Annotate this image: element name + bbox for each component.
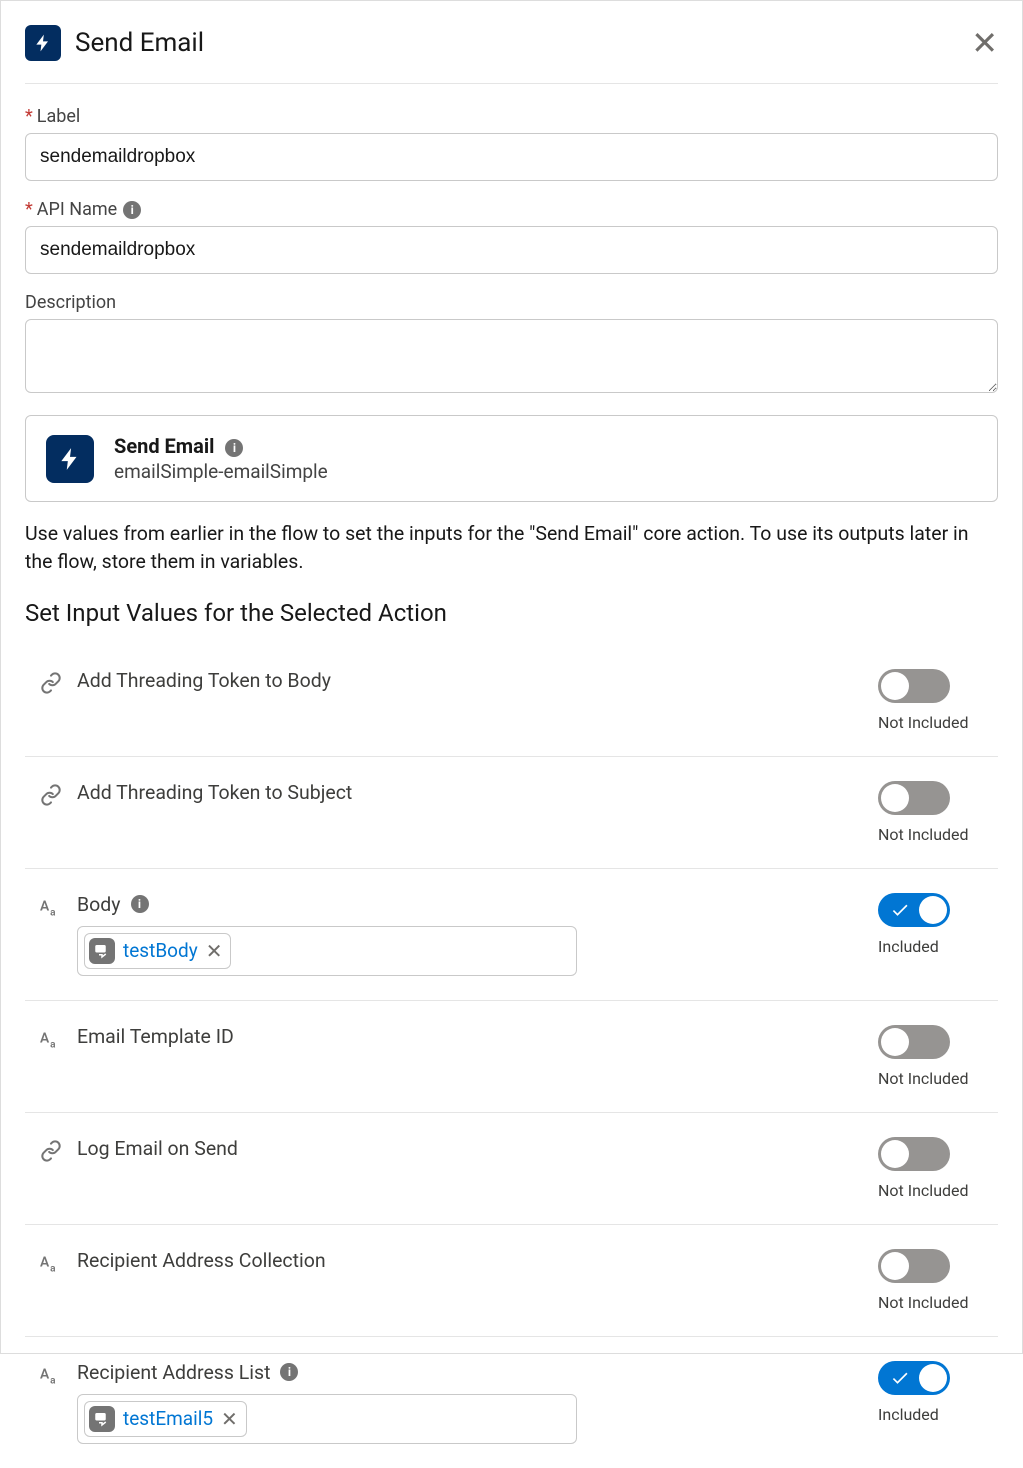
param-label: Add Threading Token to Subject	[77, 781, 878, 804]
svg-text:a: a	[50, 907, 56, 918]
toggle-status-label: Included	[878, 937, 988, 956]
description-field-row: Description	[25, 292, 998, 397]
svg-text:a: a	[50, 1375, 56, 1386]
input-params-list: Add Threading Token to BodyNot IncludedA…	[25, 645, 998, 1468]
toggle-knob	[881, 784, 909, 812]
api-name-field-row: *API Namei	[25, 199, 998, 274]
param-label: Email Template ID	[77, 1025, 878, 1048]
label-field-label: *Label	[25, 106, 998, 127]
param-row: Aa Bodyi testBody ✕ Included	[25, 869, 998, 1001]
text-type-icon: Aa	[39, 1027, 63, 1051]
param-label: Log Email on Send	[77, 1137, 878, 1160]
svg-text:A: A	[40, 1254, 50, 1270]
param-label: Recipient Address Listi	[77, 1361, 878, 1384]
toggle-status-label: Not Included	[878, 825, 988, 844]
param-row: Add Threading Token to Subject Not Includ…	[25, 757, 998, 869]
api-name-field-label: *API Namei	[25, 199, 998, 220]
include-toggle[interactable]	[878, 1137, 950, 1171]
svg-text:A: A	[40, 898, 50, 914]
toggle-status-label: Not Included	[878, 1293, 988, 1312]
send-email-modal: Send Email ✕ *Label *API Namei Descripti…	[1, 1, 1022, 1468]
text-type-icon: Aa	[39, 1363, 63, 1387]
text-type-icon: Aa	[39, 1251, 63, 1275]
resource-picker[interactable]: testEmail5 ✕	[77, 1394, 577, 1444]
include-toggle[interactable]	[878, 781, 950, 815]
link-type-icon	[39, 783, 63, 807]
variable-pill[interactable]: testBody ✕	[84, 933, 231, 969]
checkmark-icon	[890, 1368, 908, 1386]
text-template-icon	[89, 938, 115, 964]
svg-text:A: A	[40, 1366, 50, 1382]
svg-text:a: a	[50, 1263, 56, 1274]
selected-action-card: Send Email i emailSimple-emailSimple	[25, 415, 998, 502]
param-label: Add Threading Token to Body	[77, 669, 878, 692]
param-row: Aa Email Template ID Not Included	[25, 1001, 998, 1113]
section-title: Set Input Values for the Selected Action	[25, 599, 998, 627]
toggle-knob	[881, 1140, 909, 1168]
info-icon[interactable]: i	[225, 439, 243, 457]
include-toggle[interactable]	[878, 1361, 950, 1395]
toggle-status-label: Included	[878, 1405, 988, 1424]
toggle-status-label: Not Included	[878, 1069, 988, 1088]
toggle-knob	[881, 672, 909, 700]
variable-pill[interactable]: testEmail5 ✕	[84, 1401, 247, 1437]
pill-text: testBody	[123, 939, 198, 962]
action-icon	[46, 435, 94, 483]
pill-text: testEmail5	[123, 1407, 213, 1430]
toggle-status-label: Not Included	[878, 713, 988, 732]
toggle-knob	[919, 896, 947, 924]
help-text: Use values from earlier in the flow to s…	[25, 520, 998, 577]
description-field-label: Description	[25, 292, 998, 313]
param-label: Bodyi	[77, 893, 878, 916]
include-toggle[interactable]	[878, 1025, 950, 1059]
checkmark-icon	[890, 900, 908, 918]
info-icon[interactable]: i	[131, 895, 149, 913]
remove-pill-button[interactable]: ✕	[206, 939, 223, 963]
param-row: Aa Recipient Address Collection Not Includ…	[25, 1225, 998, 1337]
link-type-icon	[39, 671, 63, 695]
remove-pill-button[interactable]: ✕	[221, 1407, 238, 1431]
toggle-knob	[881, 1252, 909, 1280]
toggle-status-label: Not Included	[878, 1181, 988, 1200]
svg-text:a: a	[50, 1039, 56, 1050]
toggle-knob	[881, 1028, 909, 1056]
action-card-subtitle: emailSimple-emailSimple	[114, 460, 328, 483]
include-toggle[interactable]	[878, 893, 950, 927]
text-template-icon	[89, 1406, 115, 1432]
toggle-knob	[919, 1364, 947, 1392]
param-row: Log Email on Send Not Included	[25, 1113, 998, 1225]
close-button[interactable]: ✕	[971, 27, 998, 59]
info-icon[interactable]: i	[280, 1363, 298, 1381]
modal-header: Send Email ✕	[25, 25, 998, 84]
label-input[interactable]	[25, 133, 998, 181]
svg-text:A: A	[40, 1030, 50, 1046]
include-toggle[interactable]	[878, 1249, 950, 1283]
param-row: Aa Recipient Address Listi testEmail5 ✕ Incl…	[25, 1337, 998, 1468]
resource-picker[interactable]: testBody ✕	[77, 926, 577, 976]
param-label: Recipient Address Collection	[77, 1249, 878, 1272]
link-type-icon	[39, 1139, 63, 1163]
description-textarea[interactable]	[25, 319, 998, 393]
modal-title: Send Email	[75, 28, 204, 58]
api-name-input[interactable]	[25, 226, 998, 274]
label-field-row: *Label	[25, 106, 998, 181]
param-row: Add Threading Token to Body Not Included	[25, 645, 998, 757]
text-type-icon: Aa	[39, 895, 63, 919]
include-toggle[interactable]	[878, 669, 950, 703]
action-card-title: Send Email	[114, 434, 214, 458]
action-type-icon	[25, 25, 61, 61]
info-icon[interactable]: i	[123, 201, 141, 219]
